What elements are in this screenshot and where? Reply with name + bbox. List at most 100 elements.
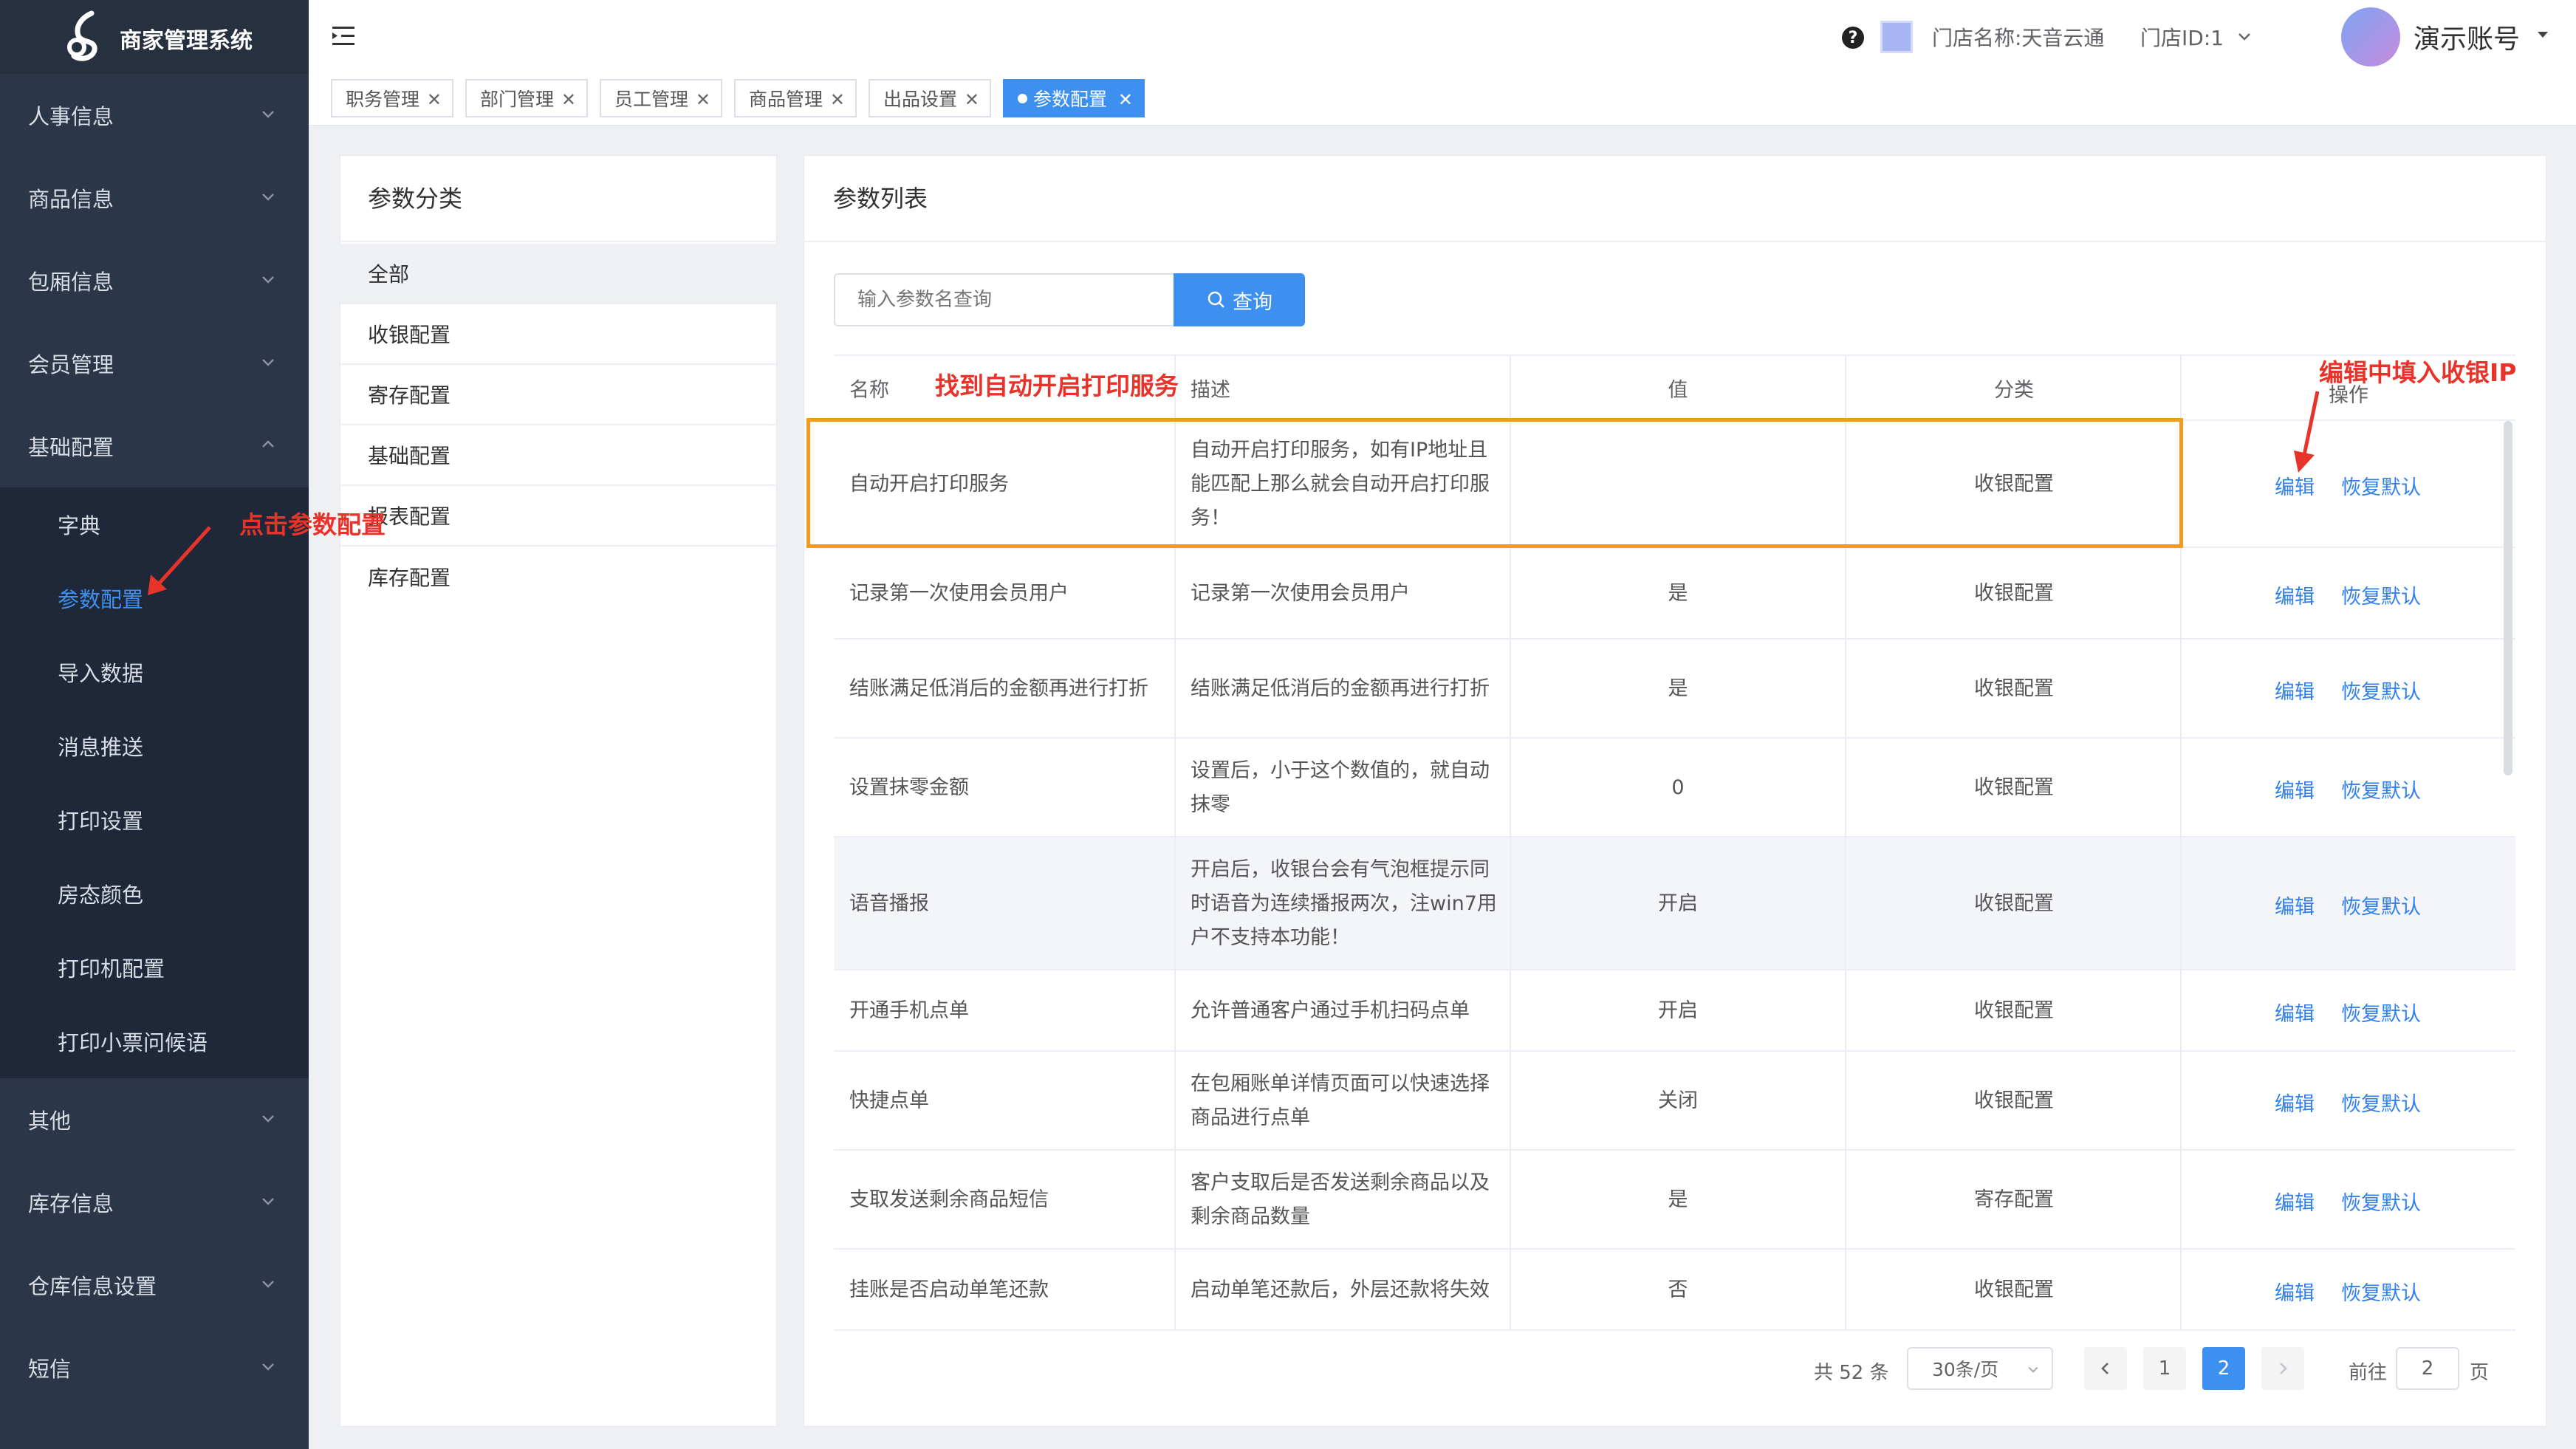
reset-default-button[interactable]: 恢复默认: [2341, 580, 2421, 609]
edit-button[interactable]: 编辑: [2275, 1187, 2315, 1216]
menu-hr[interactable]: 人事信息: [0, 74, 309, 157]
param-value-cell: 否: [1668, 1278, 1688, 1301]
category-item-basic[interactable]: 基础配置: [340, 425, 777, 486]
reset-default-button[interactable]: 恢复默认: [2341, 891, 2421, 919]
reset-default-button[interactable]: 恢复默认: [2341, 998, 2421, 1027]
edit-button[interactable]: 编辑: [2275, 891, 2315, 919]
sidebar: 商家管理系统 人事信息 商品信息 包厢信息 会员管理 基础配置 字典 参数配置 …: [0, 0, 309, 1449]
category-item-all[interactable]: 全部: [340, 244, 777, 304]
page-size-select[interactable]: 30条/页: [1907, 1347, 2053, 1390]
reset-default-button[interactable]: 恢复默认: [2341, 1187, 2421, 1216]
account-name[interactable]: 演示账号: [2414, 18, 2520, 56]
sidebar-item-room-colors[interactable]: 房态颜色: [0, 857, 309, 931]
tab-output[interactable]: 出品设置 ✕: [869, 79, 991, 117]
table-scrollbar[interactable]: [2504, 421, 2512, 775]
prev-page-button[interactable]: [2084, 1347, 2127, 1390]
param-search-input[interactable]: [834, 273, 1174, 326]
edit-button[interactable]: 编辑: [2275, 580, 2315, 609]
param-desc-cell: 设置后，小于这个数值的，就自动抹零: [1191, 759, 1490, 816]
param-value-cell: 是: [1668, 1188, 1688, 1211]
column-header-desc: 描述: [1191, 378, 1230, 402]
tab-department[interactable]: 部门管理 ✕: [465, 79, 588, 117]
param-name-cell: 设置抹零金额: [849, 776, 969, 799]
param-category-cell: 寄存配置: [1974, 1188, 2054, 1211]
page-button-2[interactable]: 2: [2202, 1347, 2245, 1390]
tab-staff[interactable]: 员工管理 ✕: [600, 79, 722, 117]
close-icon[interactable]: ✕: [427, 89, 442, 110]
search-icon: [1208, 291, 1224, 308]
menu-label: 人事信息: [28, 104, 114, 129]
reset-default-button[interactable]: 恢复默认: [2341, 471, 2421, 500]
menu-goods[interactable]: 商品信息: [0, 157, 309, 239]
chevron-down-icon: [262, 1115, 274, 1123]
highlight-box: [806, 418, 2183, 548]
category-panel-title: 参数分类: [368, 185, 463, 213]
reset-default-button[interactable]: 恢复默认: [2341, 1088, 2421, 1117]
sidebar-item-message-push[interactable]: 消息推送: [0, 709, 309, 783]
close-icon[interactable]: ✕: [561, 89, 576, 110]
param-category-cell: 收银配置: [1974, 582, 2054, 605]
chevron-down-icon: [262, 359, 274, 366]
edit-button[interactable]: 编辑: [2275, 1277, 2315, 1306]
chevron-right-icon: [2280, 1363, 2287, 1374]
sidebar-item-printer-config[interactable]: 打印机配置: [0, 931, 309, 1004]
menu-basic-config[interactable]: 基础配置: [0, 405, 309, 487]
category-item-inventory[interactable]: 库存配置: [340, 547, 777, 607]
column-header-category: 分类: [1994, 378, 2034, 402]
reset-default-button[interactable]: 恢复默认: [2341, 1277, 2421, 1306]
active-dot-icon: [1018, 93, 1027, 103]
app-logo: 商家管理系统: [0, 0, 309, 74]
tab-label: 部门管理: [480, 89, 555, 110]
tab-position[interactable]: 职务管理 ✕: [331, 79, 453, 117]
close-icon[interactable]: ✕: [965, 89, 979, 110]
edit-button[interactable]: 编辑: [2275, 1088, 2315, 1117]
close-icon[interactable]: ✕: [696, 89, 710, 110]
menu-other[interactable]: 其他: [0, 1078, 309, 1161]
menu-inventory[interactable]: 库存信息: [0, 1161, 309, 1244]
param-value-cell: 0: [1671, 776, 1685, 799]
chevron-down-icon: [262, 1198, 274, 1205]
edit-button[interactable]: 编辑: [2275, 676, 2315, 705]
menu-members[interactable]: 会员管理: [0, 322, 309, 405]
category-item-report[interactable]: 报表配置: [340, 486, 777, 547]
chevron-down-icon: [262, 1363, 274, 1371]
param-value-cell: 开启: [1658, 999, 1698, 1022]
close-icon[interactable]: ✕: [830, 89, 845, 110]
reset-default-button[interactable]: 恢复默认: [2341, 775, 2421, 804]
param-category-cell: 收银配置: [1974, 999, 2054, 1022]
menu-toggle-icon[interactable]: [332, 25, 357, 47]
goto-page-input[interactable]: 2: [2396, 1347, 2459, 1390]
goto-prefix: 前往: [2349, 1362, 2388, 1384]
help-icon[interactable]: ?: [1842, 27, 1864, 49]
category-item-cashier[interactable]: 收银配置: [340, 304, 777, 365]
goto-suffix: 页: [2470, 1362, 2490, 1384]
reset-default-button[interactable]: 恢复默认: [2341, 676, 2421, 705]
annotation-click-param: 点击参数配置: [239, 510, 386, 539]
store-id-select[interactable]: 门店ID:1: [2140, 22, 2224, 52]
avatar[interactable]: [2341, 7, 2400, 66]
sidebar-item-receipt-greeting[interactable]: 打印小票问候语: [0, 1004, 309, 1078]
menu-rooms[interactable]: 包厢信息: [0, 239, 309, 322]
search-button[interactable]: 查询: [1174, 273, 1305, 326]
store-name: 门店名称:天音云通: [1932, 26, 2105, 50]
tab-goods[interactable]: 商品管理 ✕: [734, 79, 857, 117]
page-button-1[interactable]: 1: [2143, 1347, 2186, 1390]
sidebar-item-import-data[interactable]: 导入数据: [0, 635, 309, 709]
param-desc-cell: 客户支取后是否发送剩余商品以及剩余商品数量: [1191, 1171, 1490, 1228]
menu-sms[interactable]: 短信: [0, 1326, 309, 1409]
tab-param-config[interactable]: 参数配置 ✕: [1003, 79, 1145, 117]
menu-warehouse[interactable]: 仓库信息设置: [0, 1244, 309, 1326]
sidebar-item-print-settings[interactable]: 打印设置: [0, 783, 309, 857]
caret-down-icon[interactable]: [2536, 30, 2549, 40]
edit-button[interactable]: 编辑: [2275, 775, 2315, 804]
close-icon[interactable]: ✕: [1118, 89, 1133, 110]
param-desc-cell: 开启后，收银台会有气泡框提示同时语音为连续播报两次，注win7用户不支持本功能！: [1191, 858, 1497, 949]
divider: [340, 241, 777, 242]
next-page-button[interactable]: [2261, 1347, 2304, 1390]
chevron-down-icon: [262, 111, 274, 118]
annotation-fill-ip: 编辑中填入收银IP: [2319, 358, 2517, 387]
category-item-storage[interactable]: 寄存配置: [340, 365, 777, 425]
edit-button[interactable]: 编辑: [2275, 998, 2315, 1027]
chevron-down-icon[interactable]: [2236, 28, 2253, 44]
tab-label: 职务管理: [346, 89, 420, 110]
